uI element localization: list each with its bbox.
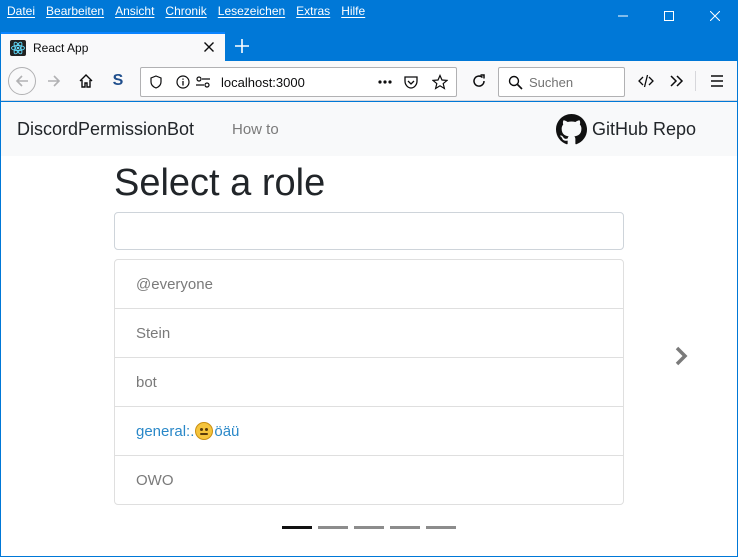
forward-button[interactable] [42, 69, 66, 93]
window-titlebar: Datei Bearbeiten Ansicht Chronik Lesezei… [0, 0, 738, 31]
role-label-suffix: öäü [214, 422, 240, 440]
menu-item-bearbeiten[interactable]: Bearbeiten [46, 4, 104, 18]
menu-item-datei[interactable]: Datei [7, 4, 35, 18]
carousel-indicator[interactable] [390, 526, 420, 529]
role-list: @everyone Stein bot general:. öäü OWO [114, 259, 624, 505]
extension-icon: S [112, 72, 124, 89]
emoji-icon [195, 422, 214, 440]
carousel-indicator[interactable] [282, 526, 312, 529]
role-item-everyone[interactable]: @everyone [115, 260, 623, 309]
pocket-icon[interactable] [403, 74, 419, 90]
brand-link[interactable]: DiscordPermissionBot [17, 119, 194, 140]
menu-item-lesezeichen[interactable]: Lesezeichen [218, 4, 285, 18]
role-label: bot [136, 373, 157, 391]
toolbar-divider [695, 71, 696, 91]
maximize-button[interactable] [646, 0, 692, 31]
role-item-bot[interactable]: bot [115, 358, 623, 407]
hamburger-menu-icon [711, 75, 723, 87]
menu-button[interactable] [705, 69, 729, 93]
menu-bar: Datei Bearbeiten Ansicht Chronik Lesezei… [7, 4, 376, 18]
url-text: localhost:3000 [221, 75, 305, 90]
minimize-button[interactable] [600, 0, 646, 31]
tab-react-app[interactable]: React App [1, 32, 225, 61]
role-item-owo[interactable]: OWO [115, 456, 623, 504]
menu-item-chronik[interactable]: Chronik [165, 4, 206, 18]
forward-icon [48, 75, 61, 87]
devtools-icon [638, 74, 654, 88]
chevron-right-icon[interactable] [673, 345, 691, 367]
navigation-toolbar: S localhost:3000 Suchen [1, 61, 737, 101]
page-title: Select a role [114, 162, 326, 204]
github-repo-link[interactable]: GitHub Repo [556, 114, 696, 145]
url-bar[interactable]: localhost:3000 [140, 67, 457, 97]
role-label: general:. [136, 422, 195, 440]
close-window-button[interactable] [692, 0, 738, 31]
reload-icon [473, 74, 485, 87]
github-icon [556, 114, 587, 145]
search-placeholder: Suchen [529, 75, 574, 90]
home-button[interactable] [74, 69, 98, 93]
role-item-stein[interactable]: Stein [115, 309, 623, 358]
back-icon [15, 75, 28, 87]
role-label: OWO [136, 471, 174, 489]
role-label: Stein [136, 324, 171, 342]
tab-title: React App [33, 40, 89, 55]
star-icon[interactable] [432, 74, 448, 90]
devtools-button[interactable] [634, 69, 658, 93]
carousel-indicators [282, 526, 462, 529]
github-repo-label: GitHub Repo [592, 119, 697, 139]
tab-strip: React App [0, 31, 738, 61]
minimize-icon [618, 15, 628, 16]
nav-link-how-to[interactable]: How to [232, 121, 279, 138]
carousel-indicator[interactable] [354, 526, 384, 529]
page-content: DiscordPermissionBot How to GitHub Repo … [1, 102, 737, 556]
overflow-icon [670, 75, 684, 87]
more-icon[interactable] [377, 76, 393, 88]
close-icon [710, 10, 720, 21]
carousel-indicator[interactable] [318, 526, 348, 529]
new-tab-icon[interactable] [232, 36, 252, 56]
menu-item-extras[interactable]: Extras [296, 4, 330, 18]
back-button[interactable] [8, 67, 36, 95]
permissions-icon[interactable] [195, 75, 211, 89]
home-icon [79, 74, 93, 88]
extension-button[interactable]: S [106, 69, 130, 93]
reload-button[interactable] [467, 69, 491, 93]
app-navbar: DiscordPermissionBot How to GitHub Repo [1, 102, 737, 156]
maximize-icon [664, 10, 674, 21]
search-bar[interactable]: Suchen [498, 67, 625, 97]
carousel-indicator[interactable] [426, 526, 456, 529]
info-icon[interactable] [176, 75, 190, 89]
react-icon [10, 39, 26, 56]
close-tab-icon[interactable] [202, 40, 216, 54]
window-controls [600, 0, 738, 31]
role-item-general[interactable]: general:. öäü [115, 407, 623, 456]
shield-icon[interactable] [149, 75, 163, 89]
role-label: @everyone [136, 275, 213, 293]
overflow-button[interactable] [665, 69, 689, 93]
menu-item-ansicht[interactable]: Ansicht [115, 4, 154, 18]
menu-item-hilfe[interactable]: Hilfe [341, 4, 365, 18]
search-icon [508, 75, 523, 90]
role-search-input[interactable] [114, 212, 624, 250]
